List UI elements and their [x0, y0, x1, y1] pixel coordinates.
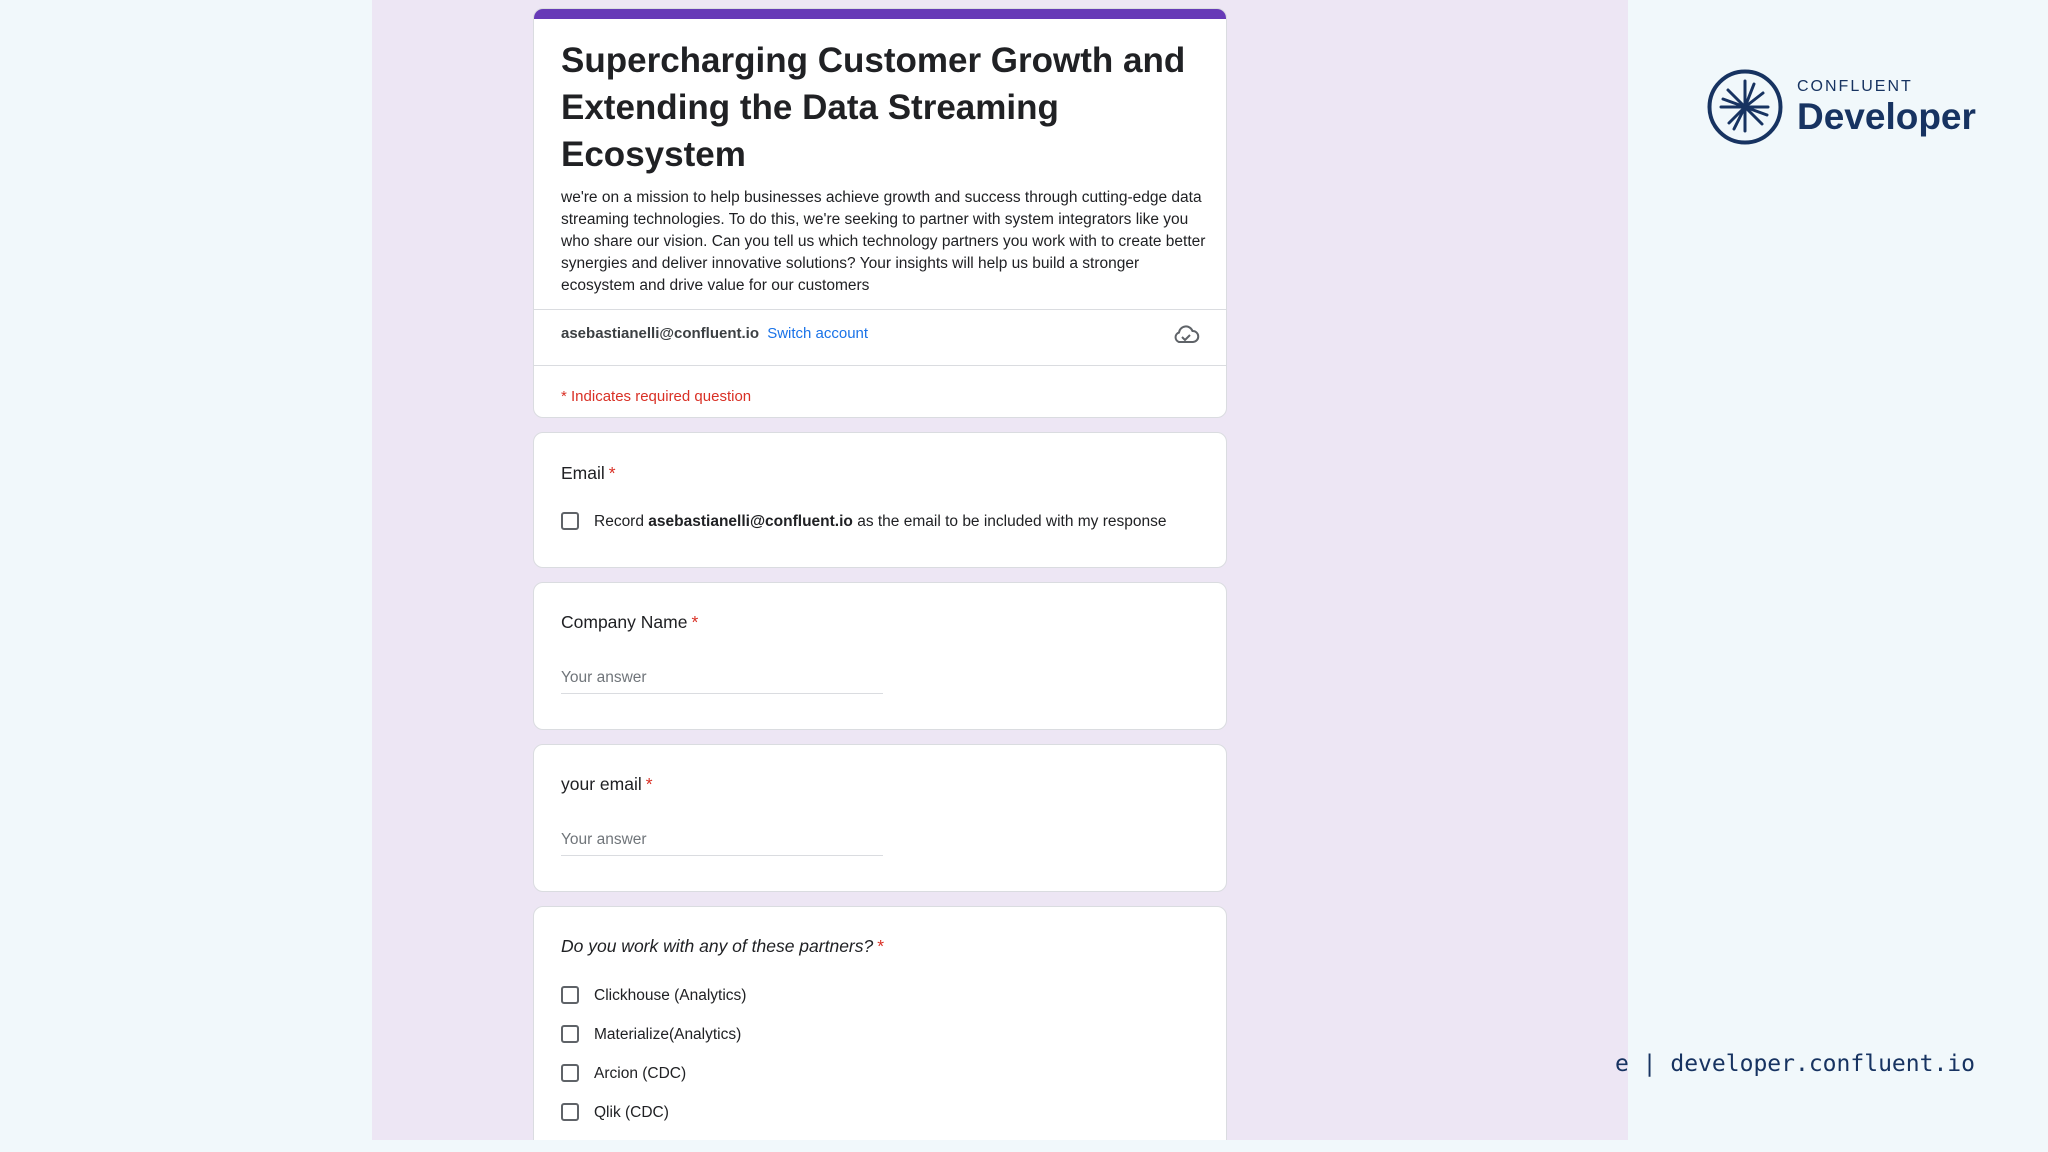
question-label: Company Name * — [561, 612, 698, 633]
record-email: asebastianelli@confluent.io — [648, 513, 853, 530]
company-name-input[interactable] — [561, 663, 883, 694]
question-label: Email * — [561, 463, 616, 484]
partner-checkbox-materialize[interactable] — [561, 1025, 579, 1043]
question-label: Do you work with any of these partners? * — [561, 936, 884, 957]
your-email-input[interactable] — [561, 825, 883, 856]
switch-account-link[interactable]: Switch account — [767, 325, 868, 342]
form-title: Supercharging Customer Growth and Extend… — [561, 41, 1186, 174]
brand-wordmark-small: CONFLUENT — [1797, 78, 1913, 95]
partner-option-label: Arcion (CDC) — [594, 1065, 687, 1082]
question-card-company: Company Name * — [533, 582, 1227, 730]
cloud-saved-icon[interactable] — [1172, 323, 1200, 347]
question-title: Do you work with any of these partners? — [561, 936, 874, 956]
required-star: * — [608, 463, 616, 483]
question-title: Company Name — [561, 612, 688, 632]
account-email: asebastianelli@confluent.io — [561, 325, 760, 342]
footer-url: e | developer.confluent.io — [1614, 1051, 1975, 1077]
required-star: * — [645, 774, 653, 794]
divider — [534, 365, 1226, 366]
partner-option-label: Qlik (CDC) — [594, 1104, 669, 1121]
form-viewport: Supercharging Customer Growth and Extend… — [372, 0, 1628, 1140]
brand-wordmark-developer: Developer — [1797, 96, 1976, 137]
required-star: * — [691, 612, 699, 632]
partner-checkbox-arcion[interactable] — [561, 1064, 579, 1082]
account-row: asebastianelli@confluent.io Switch accou… — [561, 325, 868, 342]
record-email-label: Record asebastianelli@confluent.io as th… — [594, 513, 1167, 531]
form-description: we're on a mission to help businesses ac… — [561, 189, 1206, 294]
question-label: your email * — [561, 774, 653, 795]
question-card-email: Email * Record asebastianelli@confluent.i… — [533, 432, 1227, 568]
record-prefix: Record — [594, 513, 644, 530]
partner-checkbox-clickhouse[interactable] — [561, 986, 579, 1004]
question-card-your-email: your email * — [533, 744, 1227, 892]
divider — [534, 309, 1226, 310]
question-card-partners: Do you work with any of these partners? *… — [533, 906, 1227, 1140]
partner-option-label: Materialize(Analytics) — [594, 1026, 742, 1043]
required-star: * — [877, 936, 885, 956]
question-title: your email — [561, 774, 642, 794]
form-header-card: Supercharging Customer Growth and Extend… — [533, 8, 1227, 418]
partner-option-label: Clickhouse (Analytics) — [594, 987, 747, 1004]
confluent-logo-icon — [1707, 69, 1783, 145]
question-title: Email — [561, 463, 605, 483]
record-suffix: as the email to be included with my resp… — [857, 513, 1167, 530]
partner-checkbox-qlik[interactable] — [561, 1103, 579, 1121]
theme-accent-bar — [534, 9, 1226, 19]
required-note: * Indicates required question — [561, 388, 752, 405]
record-email-checkbox[interactable] — [561, 512, 579, 530]
